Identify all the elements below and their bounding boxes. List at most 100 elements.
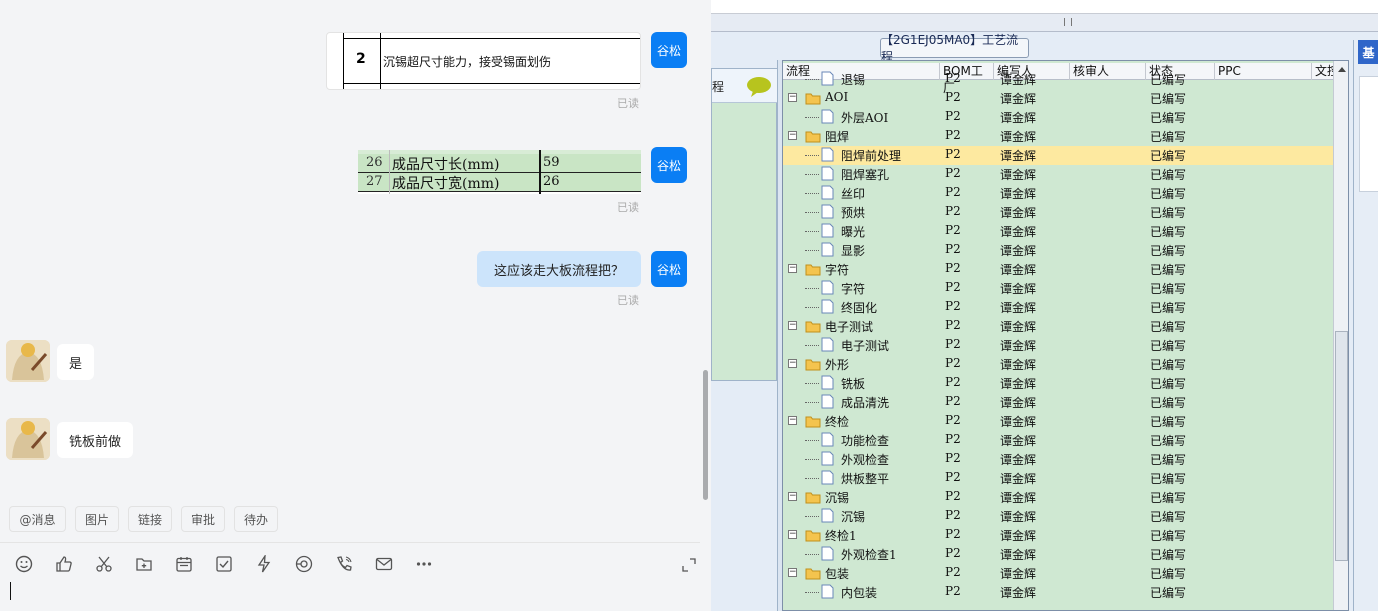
thumbs-up-icon[interactable] <box>54 554 74 574</box>
tree-node-label: 终检 <box>825 415 850 429</box>
tree-folder-row[interactable]: − 终检 P2 谭金辉 已编写 <box>783 412 1333 431</box>
tree-cell-writer: 谭金辉 <box>1000 263 1037 277</box>
tree-folder-row[interactable]: − 阻焊 P2 谭金辉 已编写 <box>783 127 1333 146</box>
tree-leaf-row[interactable]: 成品清洗 P2 谭金辉 已编写 <box>783 393 1333 412</box>
speech-bubble-icon[interactable] <box>745 76 773 98</box>
folder-add-icon[interactable] <box>134 554 154 574</box>
avatar-name: 谷松 <box>656 158 681 173</box>
tree-leaf-row[interactable]: 电子测试 P2 谭金辉 已编写 <box>783 336 1333 355</box>
tree-leaf-row[interactable]: 沉锡 P2 谭金辉 已编写 <box>783 507 1333 526</box>
tree-leaf-row[interactable]: 字符 P2 谭金辉 已编写 <box>783 279 1333 298</box>
tree-cell-writer: 谭金辉 <box>1000 339 1037 353</box>
expand-icon[interactable] <box>679 555 699 575</box>
tree-leaf-row[interactable]: 曝光 P2 谭金辉 已编写 <box>783 222 1333 241</box>
quick-link-button[interactable]: 链接 <box>128 506 172 532</box>
tree-leaf-row[interactable]: 丝印 P2 谭金辉 已编写 <box>783 184 1333 203</box>
collapse-toggle-icon[interactable]: − <box>788 321 797 330</box>
message-image-table[interactable]: 2 沉锡超尺寸能力，接受锡面划伤 <box>326 32 641 90</box>
chat-scrollbar[interactable] <box>703 370 708 500</box>
message-bubble-me[interactable]: 这应该走大板流程把？ <box>477 251 641 287</box>
tree-scrollbar[interactable] <box>1333 61 1348 610</box>
collapse-toggle-icon[interactable]: − <box>788 416 797 425</box>
tree-folder-row[interactable]: − AOI P2 谭金辉 已编写 <box>783 89 1333 108</box>
tree-leaf-row[interactable]: 外层AOI P2 谭金辉 已编写 <box>783 108 1333 127</box>
tree-cell-bom: P2 <box>945 546 961 560</box>
tree-leaf-row[interactable]: 终固化 P2 谭金辉 已编写 <box>783 298 1333 317</box>
my-avatar[interactable]: 谷松 <box>651 32 687 68</box>
tree-cell-writer: 谭金辉 <box>1000 491 1037 505</box>
tree-node-label: 丝印 <box>841 187 866 201</box>
collapse-toggle-icon[interactable]: − <box>788 530 797 539</box>
my-avatar[interactable]: 谷松 <box>651 251 687 287</box>
tree-cell-writer: 谭金辉 <box>1000 415 1037 429</box>
tree-leaf-row[interactable]: 外观检查1 P2 谭金辉 已编写 <box>783 545 1333 564</box>
message-image-sheet[interactable]: 26 成品尺寸长(mm) 59 27 成品尺寸宽(mm) 26 <box>358 150 641 194</box>
quick-mention-button[interactable]: @消息 <box>9 506 66 532</box>
tree-folder-row[interactable]: − 电子测试 P2 谭金辉 已编写 <box>783 317 1333 336</box>
chat-window: 2 沉锡超尺寸能力，接受锡面划伤 谷松 已读 26 成品尺寸长(mm) 59 2… <box>0 0 711 611</box>
tree-leaf-row[interactable]: 显影 P2 谭金辉 已编写 <box>783 241 1333 260</box>
mail-icon[interactable] <box>374 554 394 574</box>
folder-icon <box>805 129 821 146</box>
scissors-icon[interactable] <box>94 554 114 574</box>
quick-label: 待办 <box>243 512 268 527</box>
contact-avatar[interactable] <box>6 340 50 382</box>
quick-label: 链接 <box>137 512 162 527</box>
message-bubble-other[interactable]: 铣板前做 <box>57 422 134 458</box>
document-icon <box>821 280 834 298</box>
sheet-row-26: 26 成品尺寸长(mm) 59 <box>358 154 641 173</box>
document-icon <box>821 147 834 165</box>
screen-share-icon[interactable] <box>294 554 314 574</box>
tree-leaf-row[interactable]: 阻焊塞孔 P2 谭金辉 已编写 <box>783 165 1333 184</box>
tree-leaf-row[interactable]: 功能检查 P2 谭金辉 已编写 <box>783 431 1333 450</box>
tree-cell-bom: P2 <box>945 261 961 275</box>
tree-leaf-row[interactable]: 预烘 P2 谭金辉 已编写 <box>783 203 1333 222</box>
phone-call-icon[interactable] <box>334 554 354 574</box>
tree-node-label: 退锡 <box>841 73 866 87</box>
tree-leaf-row[interactable]: 铣板 P2 谭金辉 已编写 <box>783 374 1333 393</box>
lightning-icon[interactable] <box>254 554 274 574</box>
tree-cell-bom: P2 <box>945 584 961 598</box>
tree-cell-status: 已编写 <box>1150 320 1187 334</box>
my-avatar[interactable]: 谷松 <box>651 147 687 183</box>
collapse-toggle-icon[interactable]: − <box>788 568 797 577</box>
quick-image-button[interactable]: 图片 <box>75 506 119 532</box>
checkbox-task-icon[interactable] <box>214 554 234 574</box>
tree-cell-writer: 谭金辉 <box>1000 586 1037 600</box>
tree-folder-row[interactable]: − 外形 P2 谭金辉 已编写 <box>783 355 1333 374</box>
quick-approval-button[interactable]: 审批 <box>181 506 225 532</box>
more-icon[interactable] <box>414 554 434 574</box>
message-bubble-other[interactable]: 是 <box>57 344 95 380</box>
splitter-bar[interactable] <box>711 14 1378 32</box>
sheet-key: 成品尺寸长(mm) <box>392 157 500 173</box>
calendar-icon[interactable] <box>174 554 194 574</box>
tree-leaf-row[interactable]: 烘板整平 P2 谭金辉 已编写 <box>783 469 1333 488</box>
tree-folder-row[interactable]: − 沉锡 P2 谭金辉 已编写 <box>783 488 1333 507</box>
tree-folder-row[interactable]: − 字符 P2 谭金辉 已编写 <box>783 260 1333 279</box>
tree-leaf-row[interactable]: 退锡 P2 谭金辉 已编写 <box>783 70 1333 89</box>
side-tab-basic[interactable]: 基 <box>1358 40 1378 64</box>
tree-cell-bom: P2 <box>945 337 961 351</box>
collapse-toggle-icon[interactable]: − <box>788 131 797 140</box>
tree-line <box>805 592 819 593</box>
tree-leaf-row[interactable]: 阻焊前处理 P2 谭金辉 已编写 <box>783 146 1333 165</box>
contact-avatar[interactable] <box>6 418 50 460</box>
folder-icon <box>805 490 821 507</box>
folder-icon <box>805 262 821 279</box>
tree-leaf-row[interactable]: 内包装 P2 谭金辉 已编写 <box>783 583 1333 602</box>
tree-folder-row[interactable]: − 终检1 P2 谭金辉 已编写 <box>783 526 1333 545</box>
sheet-rownum: 27 <box>366 174 383 189</box>
tree-cell-writer: 谭金辉 <box>1000 282 1037 296</box>
tree-scrollbar-thumb[interactable] <box>1335 331 1348 561</box>
collapse-toggle-icon[interactable]: − <box>788 359 797 368</box>
tree-folder-row[interactable]: − 包装 P2 谭金辉 已编写 <box>783 564 1333 583</box>
collapse-toggle-icon[interactable]: − <box>788 492 797 501</box>
text-cursor[interactable] <box>10 582 11 600</box>
emoji-icon[interactable] <box>14 554 34 574</box>
quick-todo-button[interactable]: 待办 <box>234 506 278 532</box>
tree-leaf-row[interactable]: 外观检查 P2 谭金辉 已编写 <box>783 450 1333 469</box>
tree-cell-bom: P2 <box>945 432 961 446</box>
collapse-toggle-icon[interactable]: − <box>788 93 797 102</box>
collapse-toggle-icon[interactable]: − <box>788 264 797 273</box>
tree-node-label: 终检1 <box>825 529 857 543</box>
